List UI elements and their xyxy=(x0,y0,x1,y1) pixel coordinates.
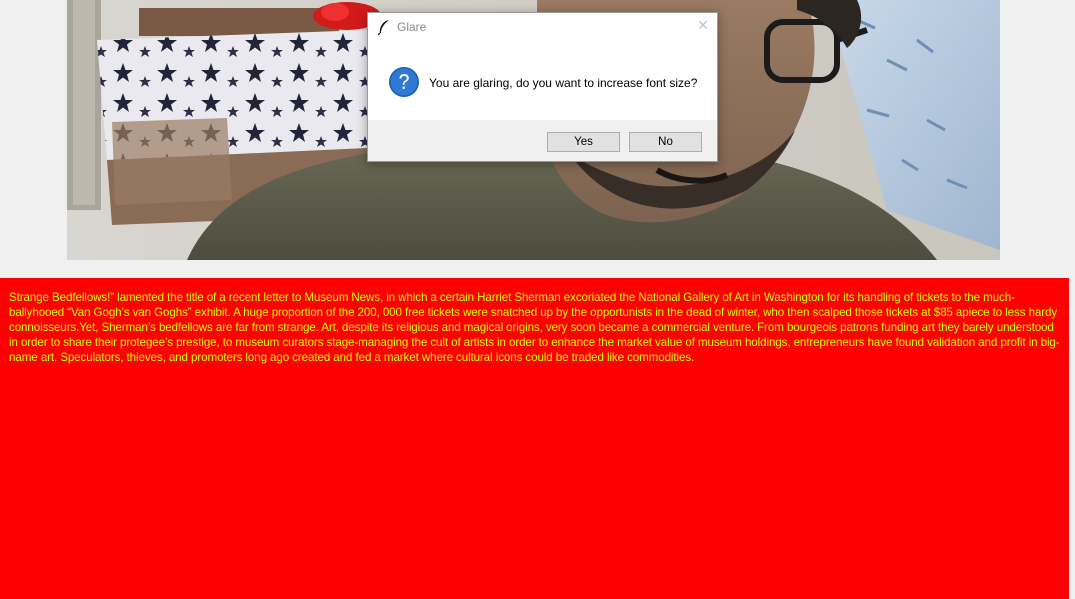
close-icon[interactable]: ✕ xyxy=(695,18,711,34)
dialog-titlebar[interactable]: Glare ✕ xyxy=(368,13,717,41)
glare-dialog: Glare ✕ You are glaring, do you want to … xyxy=(367,12,718,162)
app-window: Glare ✕ You are glaring, do you want to … xyxy=(0,0,1075,599)
reading-text: Strange Bedfellows!” lamented the title … xyxy=(9,291,1060,364)
dialog-message: You are glaring, do you want to increase… xyxy=(429,76,698,90)
dialog-button-bar: Yes No xyxy=(368,120,717,161)
feather-icon xyxy=(377,20,389,35)
question-icon xyxy=(389,67,419,97)
dialog-title: Glare xyxy=(397,20,427,34)
no-button[interactable]: No xyxy=(629,132,702,152)
yes-button[interactable]: Yes xyxy=(547,132,620,152)
reading-text-panel[interactable]: Strange Bedfellows!” lamented the title … xyxy=(0,278,1069,599)
